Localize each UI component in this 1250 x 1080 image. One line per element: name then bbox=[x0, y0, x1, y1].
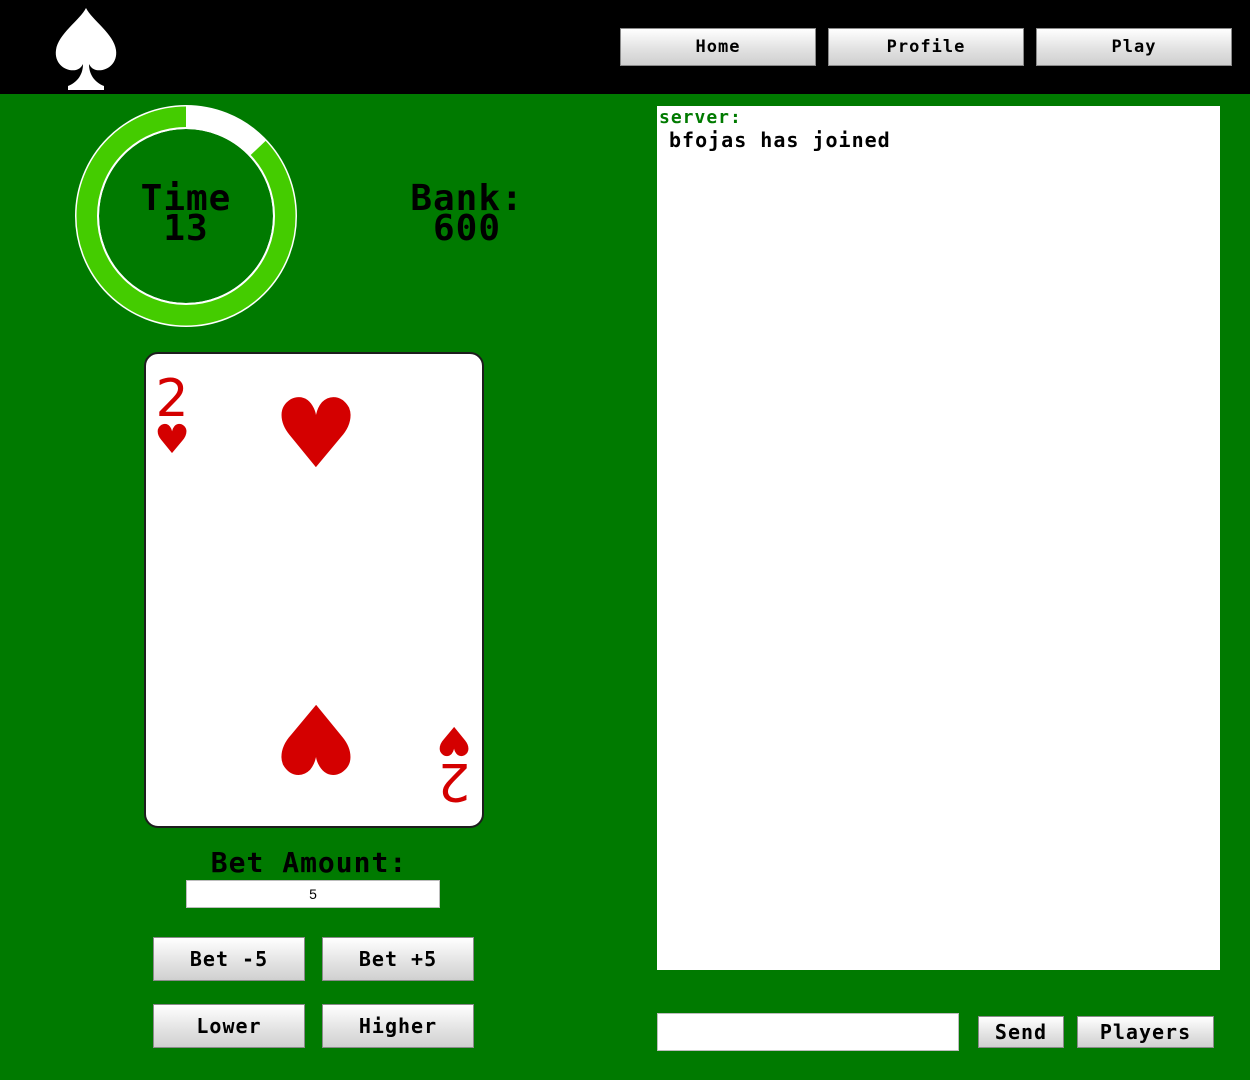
heart-pip-icon: ♥ bbox=[272, 378, 360, 490]
heart-icon: ♥ bbox=[154, 417, 190, 463]
game-table: Time 13 Bank: 600 2 ♥ ♥ ♥ 2 ♥ Bet Amount… bbox=[0, 94, 1250, 1080]
chat-message-text: bfojas has joined bbox=[669, 128, 891, 152]
chat-message: server: bfojas has joined bbox=[659, 107, 1218, 153]
bet-decrease-button[interactable]: Bet -5 bbox=[153, 937, 305, 981]
heart-pip-icon: ♥ bbox=[272, 682, 360, 794]
top-navigation-bar: Home Profile Play bbox=[0, 0, 1250, 94]
bet-increase-button[interactable]: Bet +5 bbox=[322, 937, 474, 981]
send-button[interactable]: Send bbox=[978, 1016, 1064, 1048]
playing-card: 2 ♥ ♥ ♥ 2 ♥ bbox=[144, 352, 484, 828]
chat-message-sender: server: bbox=[659, 107, 742, 128]
higher-button[interactable]: Higher bbox=[322, 1004, 474, 1048]
bank-value: 600 bbox=[432, 208, 502, 249]
timer-readout: Time 13 bbox=[74, 181, 298, 249]
profile-nav-button[interactable]: Profile bbox=[828, 28, 1024, 66]
timer-value: 13 bbox=[163, 208, 209, 249]
countdown-timer: Time 13 bbox=[74, 104, 298, 328]
card-corner-bottom-right: 2 ♥ bbox=[434, 717, 474, 811]
spade-logo-icon bbox=[55, 8, 117, 90]
home-nav-button[interactable]: Home bbox=[620, 28, 816, 66]
card-corner-top-left: 2 ♥ bbox=[152, 372, 192, 460]
bet-amount-label: Bet Amount: bbox=[210, 846, 408, 879]
players-button[interactable]: Players bbox=[1077, 1016, 1214, 1048]
bank-display: Bank: 600 bbox=[372, 181, 562, 249]
play-nav-button[interactable]: Play bbox=[1036, 28, 1232, 66]
lower-button[interactable]: Lower bbox=[153, 1004, 305, 1048]
bet-amount-input[interactable] bbox=[186, 880, 440, 908]
chat-message-input[interactable] bbox=[657, 1013, 959, 1051]
chat-log[interactable]: server: bfojas has joined bbox=[657, 106, 1220, 970]
heart-icon: ♥ bbox=[436, 717, 472, 763]
